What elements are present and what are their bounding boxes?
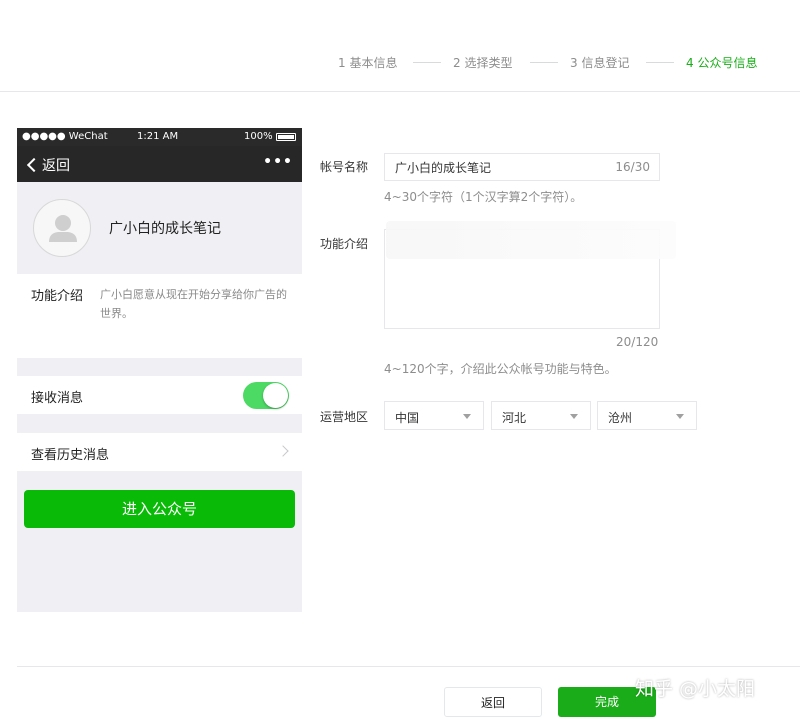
step-divider xyxy=(646,62,674,63)
intro-field-label: 功能介绍 xyxy=(320,237,369,251)
account-name-input[interactable] xyxy=(385,154,595,180)
receive-messages-label: 接收消息 xyxy=(31,391,84,406)
toggle-knob xyxy=(263,383,288,408)
step-divider xyxy=(530,62,558,63)
caret-down-icon xyxy=(463,414,471,419)
intro-label: 功能介绍 xyxy=(31,289,84,304)
step-basic-info: 1 基本信息 xyxy=(338,56,398,70)
city-value: 沧州 xyxy=(608,411,633,425)
caret-down-icon xyxy=(676,414,684,419)
history-messages-row[interactable]: 查看历史消息 xyxy=(17,433,302,471)
intro-hint: 4~120个字，介绍此公众帐号功能与特色。 xyxy=(384,362,617,376)
receive-messages-row: 接收消息 xyxy=(17,376,302,414)
profile-header: 广小白的成长笔记 xyxy=(17,182,302,274)
avatar xyxy=(33,199,91,257)
account-name-hint: 4~30个字符（1个汉字算2个字符）。 xyxy=(384,190,583,204)
profile-name: 广小白的成长笔记 xyxy=(109,221,221,237)
country-select[interactable]: 中国 xyxy=(384,401,484,430)
receive-messages-toggle[interactable] xyxy=(243,382,289,409)
watermark: 知乎 @小太阳 xyxy=(635,678,756,700)
back-button[interactable]: 返回 xyxy=(444,687,542,717)
phone-preview: ●●●●● WeChat 1:21 AM 100% 返回 ••• 广小白的成长笔… xyxy=(17,128,302,612)
phone-status-bar: ●●●●● WeChat 1:21 AM 100% xyxy=(17,128,302,146)
status-time: 1:21 AM xyxy=(137,131,179,142)
step-registration: 3 信息登记 xyxy=(570,56,630,70)
chevron-left-icon xyxy=(26,157,42,173)
account-name-counter: 16/30 xyxy=(615,160,650,174)
step-account-info: 4 公众号信息 xyxy=(686,56,758,70)
intro-text: 广小白愿意从现在开始分享给你广告的世界。 xyxy=(100,288,287,320)
intro-section: 功能介绍 广小白愿意从现在开始分享给你广告的世界。 xyxy=(17,274,302,358)
step-choose-type: 2 选择类型 xyxy=(453,56,513,70)
status-battery-text: 100% xyxy=(244,131,273,142)
account-name-field[interactable]: 16/30 xyxy=(384,153,660,181)
progress-stepper: 1 基本信息 2 选择类型 3 信息登记 4 公众号信息 xyxy=(0,0,800,92)
more-icon[interactable]: ••• xyxy=(263,154,293,170)
redaction-blur xyxy=(386,221,676,259)
step-divider xyxy=(413,62,441,63)
country-value: 中国 xyxy=(395,411,420,425)
region-label: 运营地区 xyxy=(320,410,369,424)
city-select[interactable]: 沧州 xyxy=(597,401,697,430)
province-select[interactable]: 河北 xyxy=(491,401,591,430)
battery-icon xyxy=(276,133,296,141)
phone-back-button[interactable]: 返回 xyxy=(25,155,70,175)
intro-counter: 20/120 xyxy=(616,335,659,349)
footer-divider xyxy=(17,666,800,667)
enter-account-button[interactable]: 进入公众号 xyxy=(24,490,295,528)
phone-nav-bar: 返回 ••• xyxy=(17,146,302,182)
chevron-right-icon xyxy=(277,445,289,457)
caret-down-icon xyxy=(570,414,578,419)
status-carrier: ●●●●● WeChat xyxy=(22,131,108,142)
phone-back-label: 返回 xyxy=(42,158,70,174)
user-icon xyxy=(49,215,77,242)
history-messages-label: 查看历史消息 xyxy=(31,448,110,463)
province-value: 河北 xyxy=(502,411,527,425)
account-name-label: 帐号名称 xyxy=(320,160,369,174)
